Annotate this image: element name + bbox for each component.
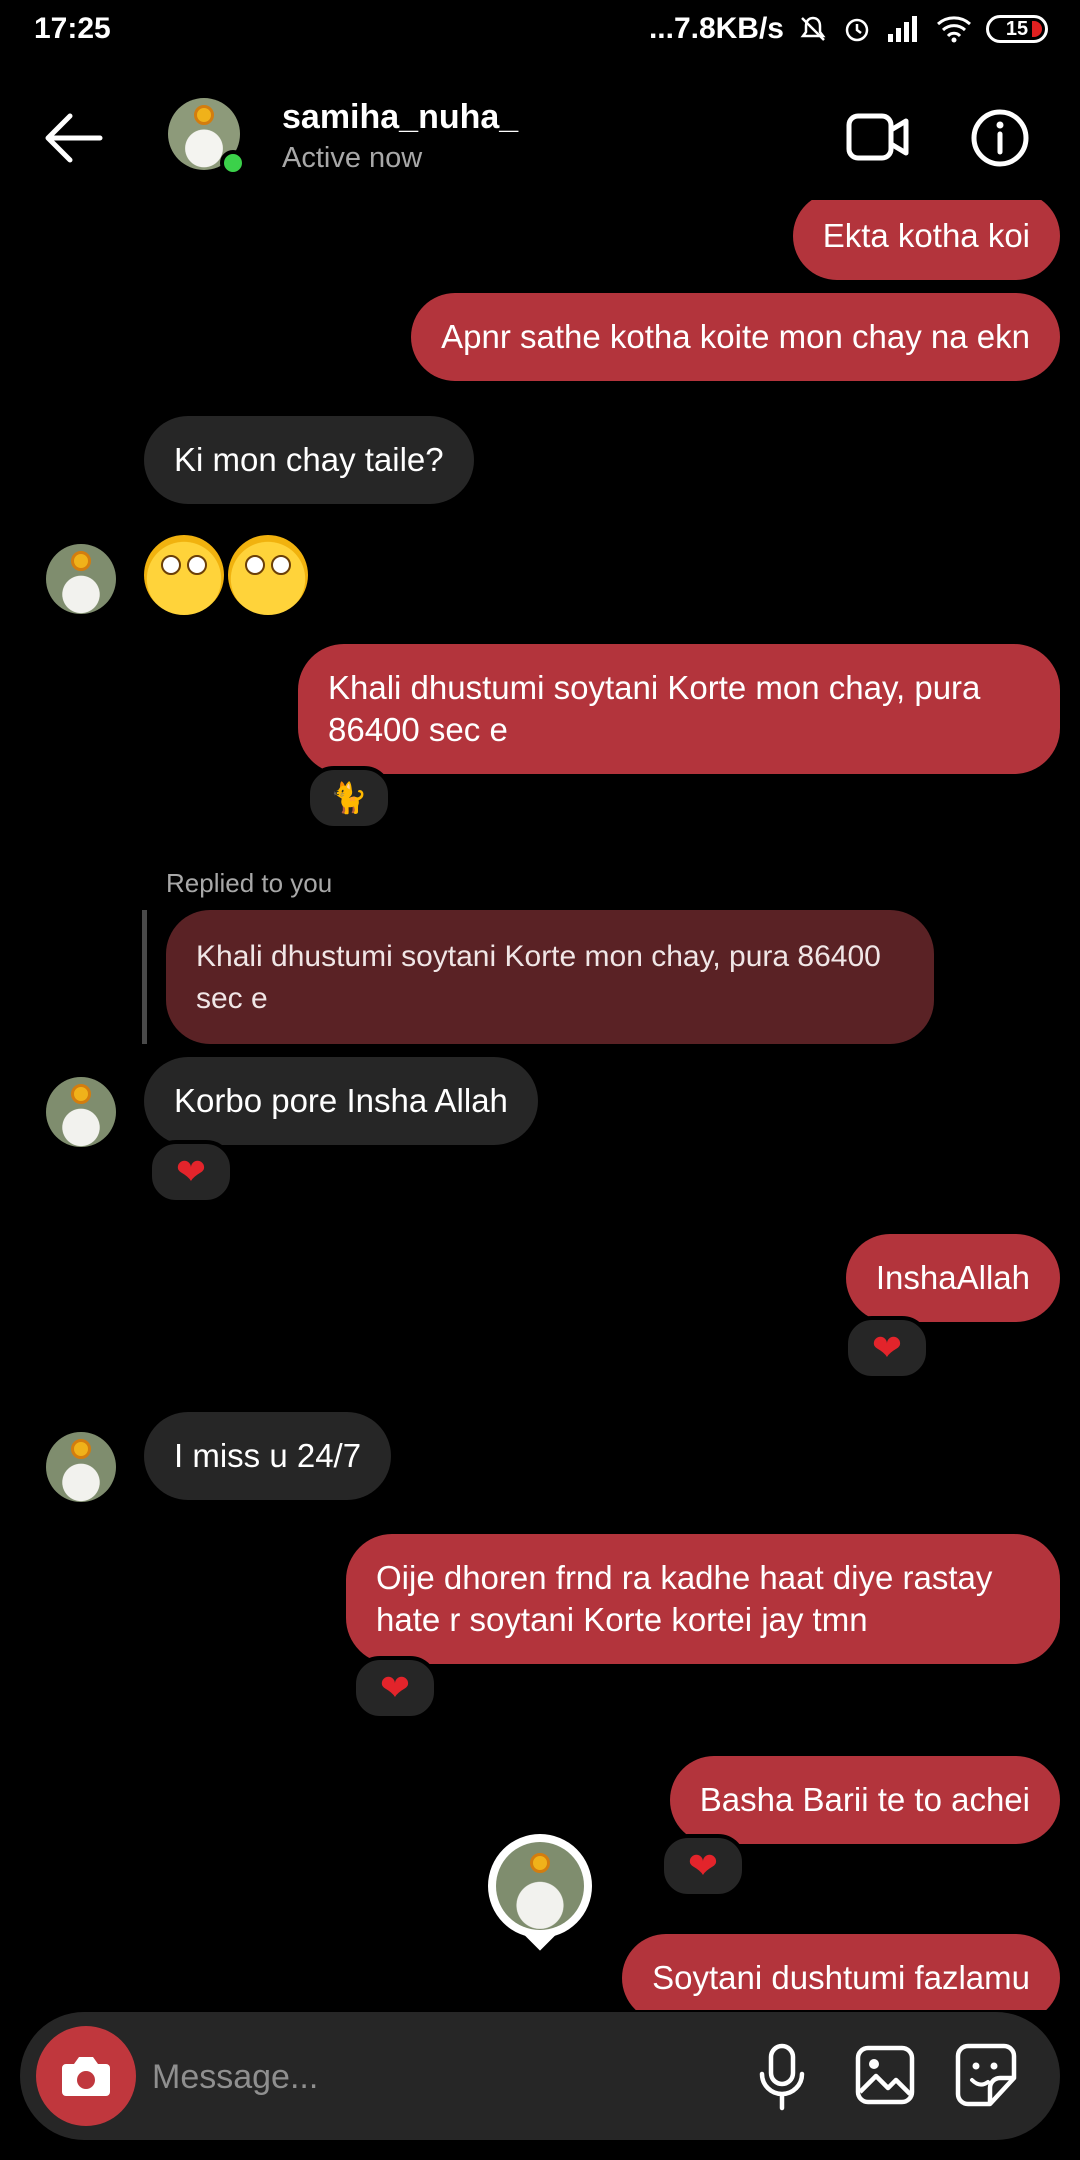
incoming-message[interactable]: Korbo pore Insha Allah	[144, 1057, 538, 1145]
sticker-icon[interactable]	[954, 2042, 1018, 2108]
status-icons: ...7.8KB/s 15	[649, 12, 1048, 46]
heart-reaction-icon: ❤	[175, 1151, 207, 1192]
outgoing-message[interactable]: InshaAllah	[845, 1234, 1060, 1322]
message-reaction[interactable]: ❤	[660, 1834, 746, 1898]
sunflower-icon	[71, 1438, 91, 1459]
video-call-icon[interactable]	[846, 108, 910, 166]
gallery-icon[interactable]	[854, 2044, 916, 2106]
incoming-message[interactable]: I miss u 24/7	[144, 1412, 392, 1500]
incoming-message[interactable]: Ki mon chay taile?	[144, 416, 474, 504]
outgoing-message[interactable]: Soytani dushtumi fazlamu	[622, 1934, 1060, 2010]
outgoing-message[interactable]: Khali dhustumi soytani Korte mon chay, p…	[298, 644, 1060, 774]
message-reaction[interactable]: ❤	[148, 1140, 234, 1204]
message-composer	[20, 2012, 1060, 2140]
emoji-message[interactable]	[144, 535, 312, 631]
camera-icon	[62, 2057, 110, 2096]
contact-avatar-small	[46, 1077, 116, 1147]
info-icon[interactable]	[970, 108, 1030, 168]
message-reaction[interactable]: ❤	[844, 1316, 930, 1380]
sunflower-icon	[194, 105, 214, 126]
reply-label: Replied to you	[166, 868, 333, 898]
contact-status: Active now	[282, 142, 423, 174]
contact-avatar-small	[46, 544, 116, 614]
sunflower-icon	[530, 1853, 550, 1874]
reply-indicator-bar	[142, 910, 147, 1044]
status-time: 17:25	[34, 12, 111, 45]
status-bar: 17:25 ...7.8KB/s 15	[0, 0, 1080, 60]
back-arrow-icon[interactable]	[40, 108, 104, 168]
outgoing-message[interactable]: Basha Barii te to achei	[669, 1756, 1060, 1844]
network-speed: ...7.8KB/s	[648, 12, 784, 45]
mute-icon	[800, 16, 826, 41]
camera-button[interactable]	[36, 2026, 136, 2126]
chat-header: samiha_nuha_ Active now	[0, 80, 1080, 200]
heart-reaction-icon: ❤	[687, 1845, 719, 1886]
battery-icon: 15	[986, 15, 1048, 43]
message-input[interactable]	[150, 2046, 714, 2108]
message-reaction[interactable]: ❤	[352, 1656, 438, 1720]
seen-indicator-avatar	[488, 1834, 592, 1952]
contact-avatar[interactable]	[168, 98, 246, 176]
heart-reaction-icon: ❤	[871, 1327, 903, 1368]
microphone-icon[interactable]	[754, 2042, 810, 2112]
online-indicator	[220, 150, 246, 176]
sunflower-icon	[71, 1083, 91, 1104]
battery-level: 15	[1005, 17, 1029, 40]
sunflower-icon	[71, 550, 91, 571]
contact-username[interactable]: samiha_nuha_	[282, 98, 518, 137]
wifi-icon	[937, 16, 971, 43]
message-thread[interactable]: Ekta kotha koi Apnr sathe kotha koite mo…	[0, 200, 1080, 2010]
heart-reaction-icon: ❤	[379, 1667, 411, 1708]
outgoing-message[interactable]: Ekta kotha koi	[792, 200, 1060, 280]
quoted-message[interactable]: Khali dhustumi soytani Korte mon chay, p…	[166, 910, 934, 1044]
alarm-icon	[845, 18, 869, 42]
outgoing-message[interactable]: Apnr sathe kotha koite mon chay na ekn	[411, 293, 1060, 381]
signal-icon	[888, 16, 917, 42]
message-reaction[interactable]: 🐈	[306, 766, 392, 830]
outgoing-message[interactable]: Oije dhoren frnd ra kadhe haat diye rast…	[346, 1534, 1060, 1664]
eye-roll-emoji-icon	[144, 535, 224, 615]
contact-avatar-small	[46, 1432, 116, 1502]
eye-roll-emoji-icon	[228, 535, 308, 615]
